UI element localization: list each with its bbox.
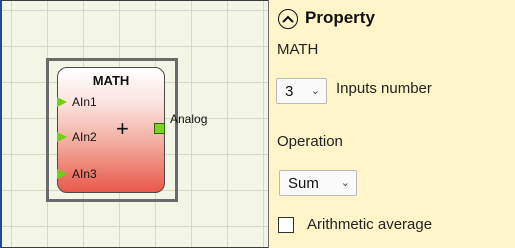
- input-pin-ain3[interactable]: [57, 169, 67, 179]
- operation-value: Sum: [288, 174, 319, 192]
- component-name: MATH: [277, 41, 319, 58]
- chevron-down-icon: ⌄: [310, 85, 320, 97]
- math-block[interactable]: MATH AIn1 AIn2 AIn3 +: [57, 67, 165, 193]
- block-title: MATH: [92, 73, 130, 88]
- chevron-down-icon: ⌄: [340, 177, 350, 189]
- arithmetic-average-label: Arithmetic average: [307, 216, 433, 233]
- input-pin-ain1[interactable]: [57, 97, 67, 107]
- panel-title: Property: [305, 8, 375, 27]
- inputs-number-select[interactable]: 3 ⌄: [276, 78, 327, 104]
- operation-label: Operation: [277, 133, 343, 150]
- logic-canvas[interactable]: MATH AIn1 AIn2 AIn3 + Analog: [0, 0, 268, 248]
- property-panel: Property MATH 3 ⌄ Inputs number Operatio…: [268, 0, 515, 248]
- output-pin-analog[interactable]: [154, 123, 165, 134]
- chevron-up-circle-icon[interactable]: [278, 9, 298, 29]
- input-label-ain3: AIn3: [72, 167, 97, 181]
- input-label-ain2: AIn2: [72, 130, 97, 144]
- plus-operator-icon: +: [116, 116, 129, 141]
- output-label: Analog: [170, 112, 208, 126]
- inputs-number-value: 3: [285, 82, 294, 100]
- inputs-number-label: Inputs number: [336, 80, 432, 97]
- operation-select[interactable]: Sum ⌄: [279, 170, 357, 196]
- input-label-ain1: AIn1: [72, 95, 97, 109]
- arithmetic-average-checkbox[interactable]: [278, 217, 294, 233]
- input-pin-ain2[interactable]: [57, 132, 67, 142]
